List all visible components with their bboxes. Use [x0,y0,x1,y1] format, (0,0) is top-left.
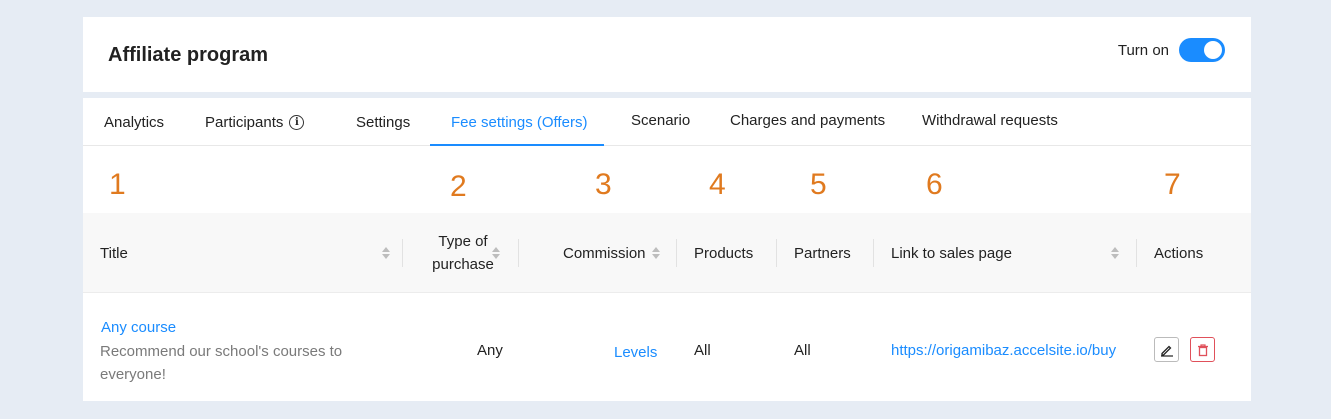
tab-analytics[interactable]: Analytics [104,114,164,131]
products-value: All [694,342,711,359]
table-header: Title Type of purchase Commission Produc… [83,213,1251,293]
turn-on-toggle[interactable] [1179,38,1225,62]
header-card: Affiliate program Turn on [83,17,1251,92]
column-divider [518,239,519,267]
column-type-label-line1: Type of [438,233,488,250]
sales-page-link[interactable]: https://origamibaz.accelsite.io/buy [891,342,1116,359]
annotation-number-2: 2 [450,170,467,203]
commission-levels-link[interactable]: Levels [614,344,657,361]
toggle-knob [1204,41,1222,59]
active-tab-indicator [430,144,604,146]
tab-withdrawal-requests[interactable]: Withdrawal requests [922,112,1058,129]
sort-icon[interactable] [651,247,660,259]
sort-icon[interactable] [1111,247,1119,259]
tab-settings[interactable]: Settings [356,114,410,131]
column-title-label: Title [100,244,128,262]
offer-title-link[interactable]: Any course [101,319,176,336]
column-type-label-line2: purchase [432,256,494,273]
edit-button[interactable] [1154,337,1179,362]
tab-scenario[interactable]: Scenario [631,112,690,129]
trash-icon [1197,343,1208,356]
offer-description: Recommend our school's courses to everyo… [100,343,343,383]
tab-bar: Analytics Participants i Settings Fee se… [83,98,1251,146]
partners-value: All [794,342,811,359]
column-header-title[interactable]: Title [100,213,390,293]
type-of-purchase-value: Any [477,342,503,359]
annotation-number-6: 6 [926,168,943,201]
main-card: Analytics Participants i Settings Fee se… [83,98,1251,401]
annotation-number-1: 1 [109,168,126,201]
column-header-link[interactable]: Link to sales page [891,213,1119,293]
column-header-actions: Actions [1154,244,1204,262]
page-title: Affiliate program [108,44,269,66]
delete-button[interactable] [1190,337,1215,362]
toggle-label: Turn on [1117,41,1169,59]
column-link-label: Link to sales page [891,244,1012,262]
annotation-number-7: 7 [1164,168,1181,201]
column-divider [402,239,403,267]
column-header-products: Products [694,244,754,262]
tab-participants-label: Participants [205,114,284,131]
column-divider [676,239,677,267]
column-header-commission[interactable]: Commission [563,213,660,293]
tab-charges-and-payments[interactable]: Charges and payments [730,112,885,129]
column-header-partners: Partners [794,244,851,262]
turn-on-toggle-group: Turn on [1118,38,1225,62]
annotation-number-3: 3 [595,168,612,201]
info-icon[interactable]: i [289,115,305,130]
annotation-number-5: 5 [810,168,827,201]
column-divider [1136,239,1137,267]
column-divider [776,239,777,267]
sort-icon[interactable] [492,247,500,259]
sort-icon[interactable] [382,247,390,259]
table-row: Any course Recommend our school's course… [83,294,1251,400]
annotation-number-4: 4 [709,168,726,201]
tab-participants[interactable]: Participants i [205,114,305,131]
column-divider [873,239,874,267]
edit-icon [1160,345,1173,357]
tab-fee-settings[interactable]: Fee settings (Offers) [451,114,587,131]
column-commission-label: Commission [563,244,646,262]
